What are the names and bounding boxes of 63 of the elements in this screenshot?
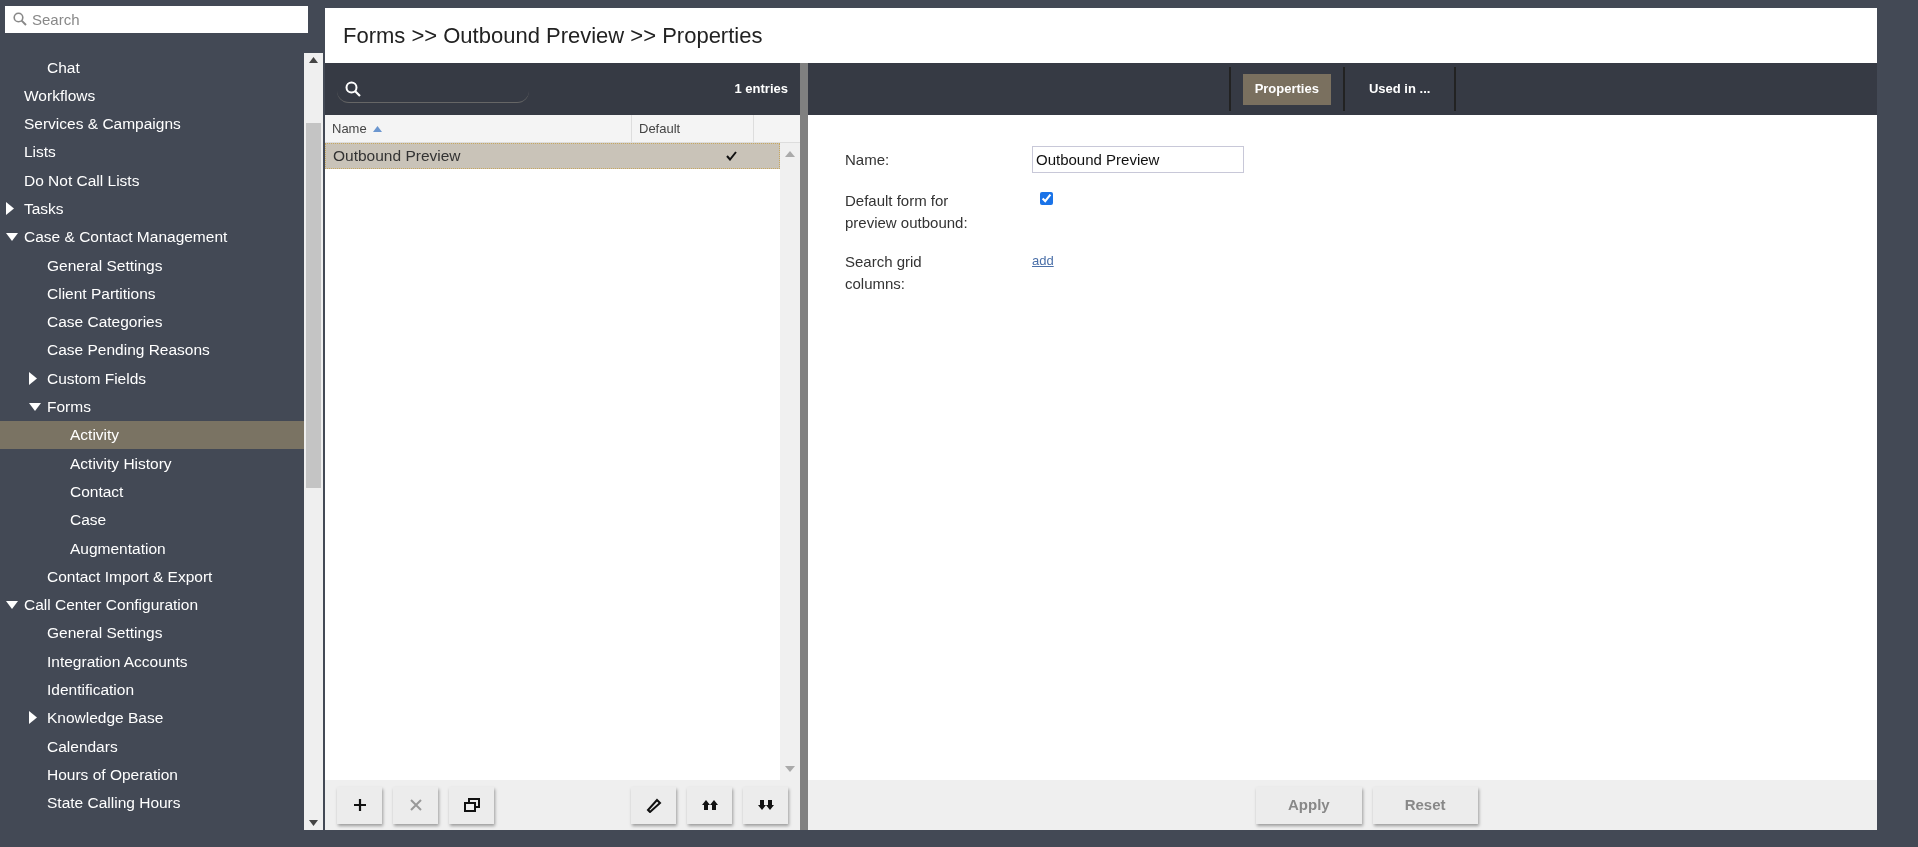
name-field[interactable]: Outbound Preview (1032, 146, 1244, 173)
tree-item[interactable]: Contact Import & Export (0, 562, 304, 591)
expanded-triangle-icon (6, 600, 18, 609)
tree-item[interactable]: General Settings (0, 618, 304, 648)
tree-item[interactable]: Case & Contact Management (0, 222, 304, 252)
copy-button[interactable] (449, 786, 494, 824)
tree-item[interactable]: Chat (0, 53, 304, 82)
page-title: Forms >> Outbound Preview >> Properties (343, 22, 763, 50)
pencil-button[interactable] (631, 786, 676, 824)
scrollbar[interactable] (304, 53, 323, 830)
tree-item[interactable]: Forms (0, 392, 304, 421)
tree-item[interactable]: Custom Fields (0, 364, 304, 393)
plus-button[interactable] (337, 786, 382, 824)
scroll-up-icon[interactable] (309, 57, 318, 63)
expanded-triangle-icon (29, 402, 41, 411)
tree-item[interactable]: Case (0, 505, 304, 535)
tree-item[interactable]: Call Center Configuration (0, 590, 304, 619)
default-checkbox[interactable] (1040, 192, 1053, 205)
tree-item[interactable]: General Settings (0, 251, 304, 280)
delete-icon (407, 797, 424, 813)
column-header[interactable]: Default (632, 115, 754, 142)
list-row[interactable]: Outbound Preview (325, 143, 780, 169)
field-label: Name: (845, 150, 891, 170)
tree-item[interactable]: Integration Accounts (0, 647, 304, 676)
tree-item[interactable]: Tasks (0, 194, 304, 223)
double-up-arrow-button[interactable] (687, 786, 732, 824)
collapsed-triangle-icon (6, 202, 14, 216)
tree-item[interactable]: Services & Campaigns (0, 109, 304, 138)
sort-ascending-icon (372, 125, 382, 132)
tab[interactable]: Properties (1242, 73, 1331, 105)
expanded-triangle-icon (6, 232, 18, 241)
tree-item[interactable]: Contact (0, 477, 304, 506)
tab[interactable]: Used in ... (1356, 73, 1443, 105)
field-label: Default form for preview outbound: (845, 191, 969, 233)
tree-item[interactable]: State Calling Hours (0, 788, 304, 817)
tree-item[interactable]: Client Partitions (0, 279, 304, 308)
search-icon (345, 80, 361, 97)
search-field[interactable]: Search (5, 6, 308, 33)
pencil-icon (645, 797, 662, 813)
tree-item[interactable]: Lists (0, 137, 304, 167)
tree-item[interactable]: Calendars (0, 732, 304, 761)
double-down-arrow-button[interactable] (743, 786, 788, 824)
tree-item[interactable]: Hours of Operation (0, 760, 304, 789)
copy-icon (463, 797, 480, 813)
collapsed-triangle-icon (29, 711, 37, 725)
add-link[interactable]: add (1032, 248, 1054, 271)
field-label: Search grid columns: (845, 252, 923, 294)
tree-item[interactable]: Identification (0, 675, 304, 704)
tree-item[interactable]: Do Not Call Lists (0, 166, 304, 195)
tree-item[interactable]: Knowledge Base (0, 703, 304, 733)
tree-item[interactable]: Activity (0, 420, 304, 450)
scroll-down-icon[interactable] (309, 820, 318, 826)
tree-item[interactable]: Case Categories (0, 307, 304, 336)
entries-count: 1 entries (734, 80, 788, 99)
tree-item[interactable]: Augmentation (0, 534, 304, 563)
search-icon (13, 12, 27, 26)
tree-item[interactable]: Case Pending Reasons (0, 335, 304, 365)
plus-icon (351, 797, 368, 813)
scrollbar-thumb[interactable] (306, 123, 321, 488)
column-header[interactable]: Name (325, 115, 632, 142)
collapsed-triangle-icon (29, 371, 37, 385)
tree-item[interactable]: Workflows (0, 81, 304, 110)
tree-item[interactable]: Activity History (0, 449, 304, 478)
